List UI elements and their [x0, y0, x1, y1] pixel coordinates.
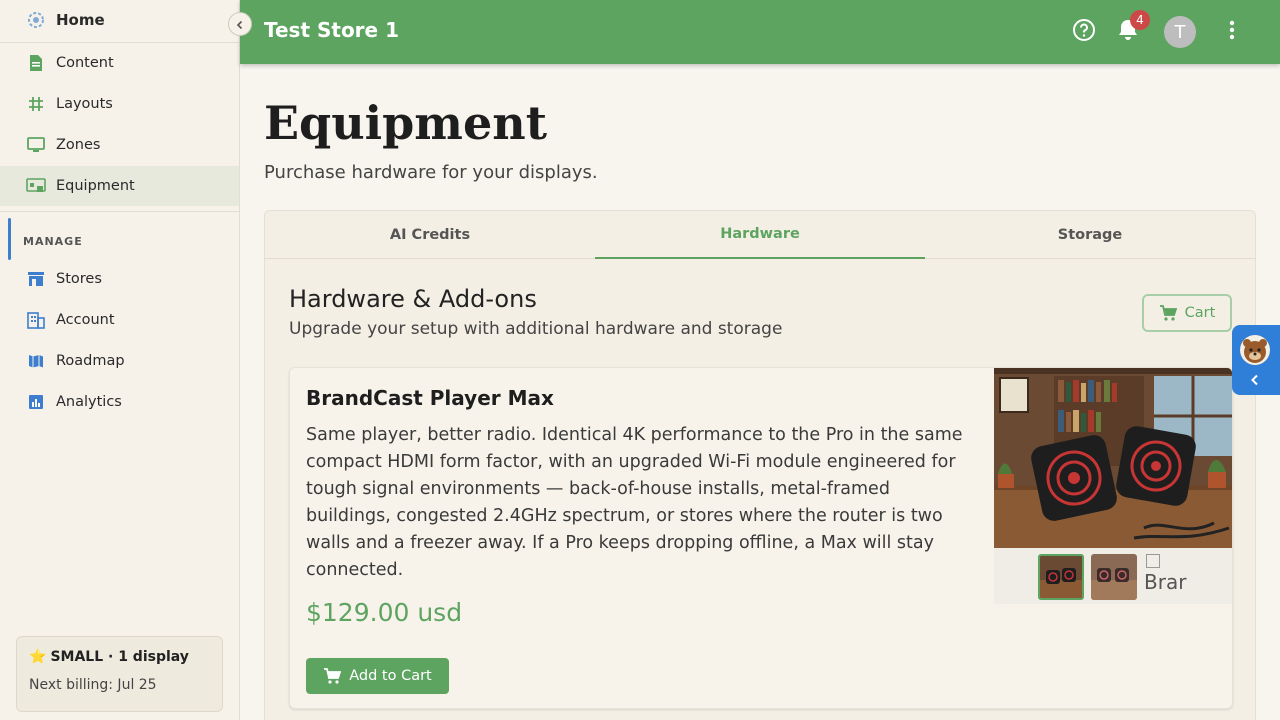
sidebar-item-roadmap[interactable]: Roadmap [0, 341, 239, 381]
store-title: Test Store 1 [264, 18, 399, 42]
tab-storage[interactable]: Storage [925, 211, 1255, 259]
analytics-icon [26, 392, 46, 412]
sidebar-item-stores[interactable]: Stores [0, 259, 239, 299]
star-icon: ⭐ [29, 649, 47, 665]
gallery-thumbnail[interactable] [1038, 554, 1084, 600]
gallery-thumbnail-broken[interactable]: Brar [1144, 554, 1204, 600]
hash-icon [26, 94, 46, 114]
product-gallery: Brar [994, 368, 1233, 604]
help-button[interactable] [1068, 16, 1100, 48]
add-cart-icon [323, 667, 342, 685]
section-label-manage: MANAGE [23, 235, 83, 248]
product-hero-image[interactable] [994, 368, 1233, 548]
product-description: Same player, better radio. Identical 4K … [306, 425, 963, 580]
topbar: Test Store 1 4 T [240, 0, 1280, 64]
plan-name: SMALL · 1 display [50, 649, 189, 665]
cart-label: Cart [1184, 305, 1216, 321]
monitor-icon [26, 135, 46, 155]
add-to-cart-button[interactable]: Add to Cart [306, 658, 449, 694]
sidebar-item-label: Analytics [56, 394, 122, 410]
section-accent [8, 218, 11, 260]
product-card: BrandCast Player Max Same player, better… [289, 367, 1233, 709]
sidebar-item-label: Content [56, 55, 114, 71]
section-subtitle: Upgrade your setup with additional hardw… [289, 319, 783, 339]
building-icon [26, 310, 46, 330]
tab-hardware[interactable]: Hardware [595, 211, 925, 259]
collapse-sidebar-button[interactable] [228, 12, 252, 36]
sidebar-item-label: Account [56, 312, 115, 328]
broken-image-alt: Brar [1144, 570, 1187, 594]
gallery-thumbnail[interactable] [1091, 554, 1137, 600]
mascot-avatar-icon [1240, 335, 1270, 365]
chevron-left-icon [235, 15, 245, 34]
gear-logo-icon [26, 10, 46, 30]
chevron-left-icon [1250, 371, 1260, 390]
sidebar-divider [0, 211, 239, 212]
avatar[interactable]: T [1164, 16, 1196, 48]
sidebar-item-account[interactable]: Account [0, 300, 239, 340]
equipment-icon [26, 176, 46, 196]
document-icon [26, 53, 46, 73]
equipment-panel: AI Credits Hardware Storage Hardware & A… [264, 210, 1256, 720]
sidebar-item-label: Layouts [56, 96, 113, 112]
notification-badge: 4 [1130, 10, 1150, 30]
broken-image-icon [1146, 554, 1160, 568]
sidebar-item-layouts[interactable]: Layouts [0, 84, 239, 124]
assistant-widget[interactable] [1232, 325, 1280, 395]
sidebar-item-content[interactable]: Content [0, 43, 239, 83]
sidebar-item-equipment[interactable]: Equipment [0, 166, 239, 206]
more-vertical-icon [1229, 20, 1235, 44]
help-icon [1072, 18, 1096, 46]
product-name: BrandCast Player Max [306, 386, 554, 410]
page-title: Equipment [264, 96, 547, 150]
sidebar-item-zones[interactable]: Zones [0, 125, 239, 165]
plan-card: ⭐ SMALL · 1 display Next billing: Jul 25 [16, 636, 223, 712]
page-subtitle: Purchase hardware for your displays. [264, 162, 598, 183]
store-icon [26, 269, 46, 289]
map-icon [26, 351, 46, 371]
sidebar-item-label: Equipment [56, 178, 135, 194]
sidebar-item-home[interactable]: Home [0, 0, 239, 40]
sidebar-item-analytics[interactable]: Analytics [0, 382, 239, 422]
section-title: Hardware & Add-ons [289, 285, 537, 313]
more-menu-button[interactable] [1216, 16, 1248, 48]
add-to-cart-label: Add to Cart [349, 668, 432, 684]
tab-bar: AI Credits Hardware Storage [265, 211, 1255, 259]
sidebar-item-label: Stores [56, 271, 102, 287]
sidebar-item-label: Zones [56, 137, 101, 153]
sidebar: Home Content Layouts Zones Equipment MAN… [0, 0, 240, 720]
sidebar-item-label: Roadmap [56, 353, 125, 369]
sidebar-item-label: Home [56, 11, 105, 29]
cart-button[interactable]: Cart [1142, 294, 1232, 332]
cart-icon [1159, 304, 1177, 322]
next-billing: Next billing: Jul 25 [29, 677, 157, 693]
tab-ai-credits[interactable]: AI Credits [265, 211, 595, 259]
product-price: $129.00 usd [306, 598, 463, 627]
